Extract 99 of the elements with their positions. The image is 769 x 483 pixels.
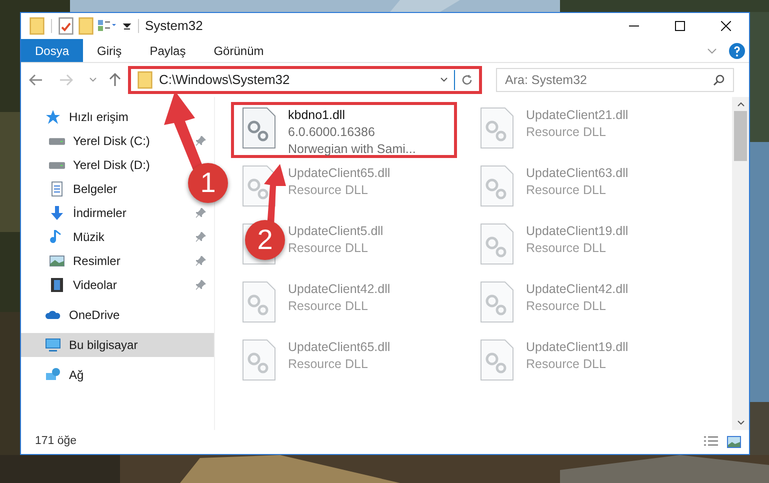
pin-icon[interactable] xyxy=(196,208,206,218)
gear-file-icon xyxy=(242,107,276,149)
folder-icon xyxy=(29,16,45,36)
gear-file-icon xyxy=(480,339,514,381)
file-name: UpdateClient19.dll xyxy=(526,223,628,240)
ribbon-tab[interactable]: Dosya xyxy=(21,39,84,62)
nav-label: Ağ xyxy=(69,367,84,384)
file-name: UpdateClient5.dll xyxy=(288,223,384,240)
file-name: UpdateClient42.dll xyxy=(526,281,628,298)
customize-arrow-icon[interactable] xyxy=(122,21,132,31)
nav-item[interactable]: Ağ xyxy=(21,363,92,387)
nav-label: Yerel Disk (D:) xyxy=(73,157,150,174)
view-options-icon[interactable] xyxy=(98,20,118,32)
history-caret-icon[interactable] xyxy=(89,77,97,83)
folder-icon xyxy=(78,16,94,36)
file-detail: Resource DLL xyxy=(288,182,369,199)
file-name: UpdateClient65.dll xyxy=(288,165,390,182)
nav-label: Bu bilgisayar xyxy=(69,337,139,354)
nav-label: Müzik xyxy=(73,229,106,246)
dropdown-caret-icon[interactable] xyxy=(440,77,448,83)
gear-file-icon xyxy=(242,281,276,323)
up-arrow-icon[interactable] xyxy=(109,73,121,87)
properties-icon[interactable] xyxy=(58,16,74,36)
gear-file-icon xyxy=(480,223,514,265)
nav-label: Yerel Disk (C:) xyxy=(73,133,151,150)
drive-icon xyxy=(49,138,65,144)
refresh-icon[interactable] xyxy=(461,74,473,86)
nav-item[interactable]: Hızlı erişim xyxy=(21,105,136,129)
details-view-icon[interactable] xyxy=(703,436,719,448)
file-detail: Norwegian with Sami... xyxy=(288,141,416,158)
network-icon xyxy=(45,367,61,383)
search-input[interactable]: Ara: System32 xyxy=(505,70,713,90)
file-item[interactable]: kbdno1.dll 6.0.6000.16386 Norwegian with Sami... xyxy=(231,102,457,158)
thumbnail-view-icon[interactable] xyxy=(727,436,741,448)
file-detail: Resource DLL xyxy=(288,356,369,373)
search-field[interactable]: Ara: System32 xyxy=(496,68,734,92)
help-icon[interactable] xyxy=(729,42,745,58)
star-icon xyxy=(45,109,61,125)
nav-item[interactable]: Müzik xyxy=(21,225,214,249)
pin-icon[interactable] xyxy=(196,232,206,242)
pin-icon[interactable] xyxy=(196,280,206,290)
gear-file-icon xyxy=(242,339,276,381)
window-title: System32 xyxy=(145,17,203,36)
file-detail: Resource DLL xyxy=(288,240,369,257)
nav-label: İndirmeler xyxy=(73,205,128,222)
gear-file-icon xyxy=(480,281,514,323)
nav-item[interactable]: Resimler xyxy=(21,249,214,273)
file-name: UpdateClient63.dll xyxy=(526,165,628,182)
ribbon-tab[interactable]: Paylaş xyxy=(136,39,200,62)
file-detail: Resource DLL xyxy=(526,356,607,373)
nav-item[interactable]: Videolar xyxy=(21,273,214,297)
maximize-icon xyxy=(675,21,685,31)
nav-item[interactable]: Bu bilgisayar xyxy=(21,333,214,357)
address-path: C:\Windows\System32 xyxy=(159,71,290,90)
scrollbar[interactable] xyxy=(732,97,749,430)
nav-label: Belgeler xyxy=(73,181,118,198)
back-arrow-icon[interactable] xyxy=(29,74,43,86)
nav-item[interactable]: OneDrive xyxy=(21,303,128,327)
file-detail: Resource DLL xyxy=(526,240,607,257)
nav-label: Hızlı erişim xyxy=(69,109,128,126)
file-detail: 6.0.6000.16386 xyxy=(288,124,376,141)
file-name: UpdateClient21.dll xyxy=(526,107,628,124)
gear-file-icon xyxy=(480,165,514,207)
nav-item[interactable]: Belgeler xyxy=(21,177,126,201)
drive-icon xyxy=(49,162,65,168)
scroll-up-icon[interactable] xyxy=(736,101,744,107)
ribbon-tab[interactable]: Giriş xyxy=(83,39,136,62)
nav-label: Videolar xyxy=(73,277,118,294)
pin-icon[interactable] xyxy=(196,136,206,146)
close-icon xyxy=(721,21,731,31)
scrollbar-thumb[interactable] xyxy=(734,111,747,161)
item-count: 171 öğe xyxy=(35,434,77,450)
nav-item[interactable]: Yerel Disk (D:) xyxy=(21,153,158,177)
address-field[interactable]: C:\Windows\System32 xyxy=(128,66,482,94)
file-name: UpdateClient65.dll xyxy=(288,339,390,356)
nav-item[interactable]: Yerel Disk (C:) xyxy=(21,129,214,153)
file-detail: Resource DLL xyxy=(288,298,369,315)
nav-item[interactable]: İndirmeler xyxy=(21,201,214,225)
film-icon xyxy=(49,277,65,293)
folder-icon xyxy=(137,70,153,90)
gear-file-icon xyxy=(480,107,514,149)
scroll-down-icon[interactable] xyxy=(736,420,744,426)
document-icon xyxy=(49,181,65,197)
minimize-icon xyxy=(629,25,639,27)
expand-ribbon-icon[interactable] xyxy=(707,48,717,54)
file-detail: Resource DLL xyxy=(526,182,607,199)
monitor-icon xyxy=(45,337,61,353)
image-icon xyxy=(49,253,65,269)
nav-label: OneDrive xyxy=(69,307,120,324)
file-name: UpdateClient42.dll xyxy=(288,281,390,298)
nav-label: Resimler xyxy=(73,253,122,270)
file-name: UpdateClient19.dll xyxy=(526,339,628,356)
pin-icon[interactable] xyxy=(196,256,206,266)
file-name: kbdno1.dll xyxy=(288,107,346,124)
file-detail: Resource DLL xyxy=(526,298,607,315)
download-arrow-icon xyxy=(49,205,65,221)
file-detail: Resource DLL xyxy=(526,124,607,141)
ribbon-tab[interactable]: Görünüm xyxy=(200,39,278,62)
search-icon xyxy=(713,74,725,86)
